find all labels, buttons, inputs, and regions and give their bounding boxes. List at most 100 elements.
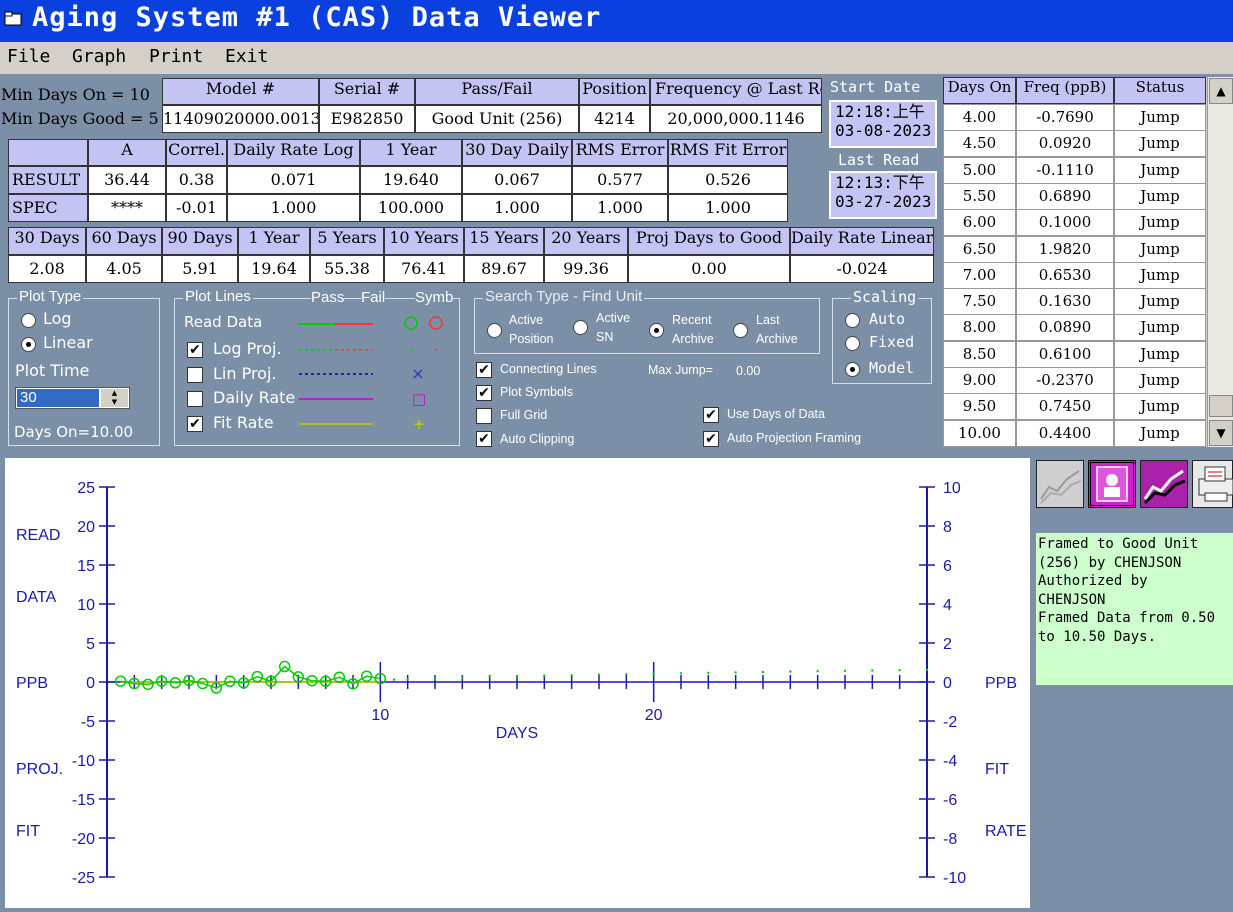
menu-graph[interactable]: Graph xyxy=(72,46,126,67)
cell-days-on: 5.50 xyxy=(943,182,1016,210)
y-tick-label-left: 5 xyxy=(86,636,95,653)
y-tick-label-left: -25 xyxy=(72,870,95,887)
printer-button[interactable] xyxy=(1192,460,1233,508)
x-tick-label: 10 xyxy=(371,707,389,724)
checkbox-plot-symbols[interactable]: ✔ xyxy=(476,385,492,401)
checkbox-log-proj[interactable]: ✔ xyxy=(187,342,203,358)
result-correl: 0.38 xyxy=(166,166,227,194)
proj-header-1y: 1 Year xyxy=(238,227,310,255)
log-proj-point xyxy=(761,670,765,674)
checkbox-lin-proj[interactable] xyxy=(187,367,203,383)
note-line: CHENJSON xyxy=(1038,591,1106,608)
x-tick-label: 20 xyxy=(645,707,663,724)
log-proj-point xyxy=(597,673,601,676)
scaling-label: Scaling xyxy=(851,288,919,306)
y-tick-label-right: 8 xyxy=(943,519,952,536)
symb-column-label: Symb xyxy=(415,289,454,306)
cell-days-on: 6.50 xyxy=(943,235,1016,263)
checkbox-fit-rate[interactable]: ✔ xyxy=(187,416,203,432)
last-time: 12:13:下午 xyxy=(835,173,925,192)
radio-active-position[interactable] xyxy=(487,323,502,338)
scroll-thumb[interactable] xyxy=(1209,395,1233,417)
result-rms-error: 0.577 xyxy=(572,166,668,194)
folder-icon[interactable] xyxy=(4,10,22,26)
checkbox-use-days[interactable]: ✔ xyxy=(703,407,719,423)
notes-panel: Framed to Good Unit (256) by CHENJSON Au… xyxy=(1036,533,1233,685)
last-archive-label-2: Archive xyxy=(756,332,798,346)
plot-lines-group: Plot Lines Pass Fail Symb Read Data × □ … xyxy=(174,288,460,446)
radio-auto[interactable] xyxy=(845,313,860,328)
plot-lines-label: Plot Lines xyxy=(183,288,253,305)
log-proj-point xyxy=(843,669,847,673)
checkbox-full-grid[interactable] xyxy=(476,408,492,424)
scroll-down-icon[interactable]: ▼ xyxy=(1209,420,1233,446)
checkbox-auto-projection[interactable]: ✔ xyxy=(703,431,719,447)
cell-days-on: 9.50 xyxy=(943,393,1016,421)
table-scrollbar[interactable]: ▲ ▼ xyxy=(1207,77,1233,447)
cell-status: Jump xyxy=(1114,340,1206,368)
radio-linear[interactable] xyxy=(21,337,36,352)
col-freq[interactable]: Freq (ppB) xyxy=(1016,77,1114,104)
checkbox-connecting-lines[interactable]: ✔ xyxy=(476,362,492,378)
radio-active-sn[interactable] xyxy=(573,320,588,335)
proj-value-5y: 55.38 xyxy=(310,255,384,283)
header-a: A xyxy=(88,139,166,166)
radio-recent-archive[interactable] xyxy=(649,323,664,338)
checkbox-auto-clipping[interactable]: ✔ xyxy=(476,431,492,447)
radio-linear-label: Linear xyxy=(43,333,93,352)
left-axis-label: PPB xyxy=(16,675,48,692)
col-days-on[interactable]: Days On xyxy=(943,77,1016,104)
right-axis-label: FIT xyxy=(985,761,1009,778)
radio-model[interactable] xyxy=(845,362,860,377)
left-axis-label: READ xyxy=(16,527,60,544)
y-tick-label-left: -10 xyxy=(72,753,95,770)
cell-days-on: 4.50 xyxy=(943,130,1016,158)
spin-up-icon[interactable]: ▲ xyxy=(101,389,128,398)
note-line: Framed Data from 0.50 xyxy=(1038,610,1216,626)
cell-days-on: 7.00 xyxy=(943,261,1016,289)
menu-exit[interactable]: Exit xyxy=(225,46,268,67)
value-model: 11409020000.0013 xyxy=(162,105,319,133)
proj-header-30d: 30 Days xyxy=(8,227,86,255)
scaling-model-label: Model xyxy=(869,359,915,377)
recent-archive-label-1: Recent xyxy=(672,313,712,327)
radio-fixed[interactable] xyxy=(845,336,860,351)
search-type-label: Search Type - Find Unit xyxy=(483,288,645,305)
scroll-up-icon[interactable]: ▲ xyxy=(1209,78,1233,104)
aging-chart: 2520151050-5-10-15-20-251086420-2-4-6-8-… xyxy=(16,480,1026,887)
trend-purple-button[interactable] xyxy=(1140,460,1188,508)
result-1-year: 19.640 xyxy=(360,166,462,194)
y-tick-label-right: -2 xyxy=(943,714,957,731)
menu-print[interactable]: Print xyxy=(149,46,203,67)
log-proj-point xyxy=(570,674,573,677)
last-read-label: Last Read xyxy=(838,151,920,169)
trend-gray-button[interactable] xyxy=(1036,460,1084,508)
result-daily-rate-log: 0.071 xyxy=(227,166,360,194)
window-title: Aging System #1 (CAS) Data Viewer xyxy=(32,2,602,33)
max-jump-label: Max Jump= xyxy=(648,363,713,377)
log-proj-point xyxy=(871,669,874,672)
read-data-label: Read Data xyxy=(184,313,263,331)
spin-down-icon[interactable]: ▼ xyxy=(101,398,128,407)
cell-status: Jump xyxy=(1114,104,1206,131)
proj-header-daily-rate-linear: Daily Rate Linear xyxy=(790,227,934,255)
col-status[interactable]: Status xyxy=(1114,77,1206,104)
spec-a: **** xyxy=(88,194,166,222)
checkbox-daily-rate[interactable] xyxy=(187,391,203,407)
radio-log[interactable] xyxy=(21,313,36,328)
cell-days-on: 7.50 xyxy=(943,288,1016,316)
proj-header-10y: 10 Years xyxy=(384,227,464,255)
y-tick-label-right: 2 xyxy=(943,636,952,653)
proj-header-5y: 5 Years xyxy=(310,227,384,255)
y-tick-label-left: 0 xyxy=(86,675,95,692)
proj-value-90d: 5.91 xyxy=(162,255,238,283)
plot-time-spinner[interactable]: 30 ▲ ▼ xyxy=(15,387,130,409)
days-on-readout: Days On=10.00 xyxy=(14,423,134,441)
log-proj-point xyxy=(515,675,519,678)
menu-file[interactable]: File xyxy=(7,46,50,67)
radio-last-archive[interactable] xyxy=(733,323,748,338)
result-rms-fit-error: 0.526 xyxy=(668,166,788,194)
proj-value-60d: 4.05 xyxy=(86,255,162,283)
plot-time-value[interactable]: 30 xyxy=(17,389,99,407)
person-stamp-button[interactable] xyxy=(1088,460,1136,508)
